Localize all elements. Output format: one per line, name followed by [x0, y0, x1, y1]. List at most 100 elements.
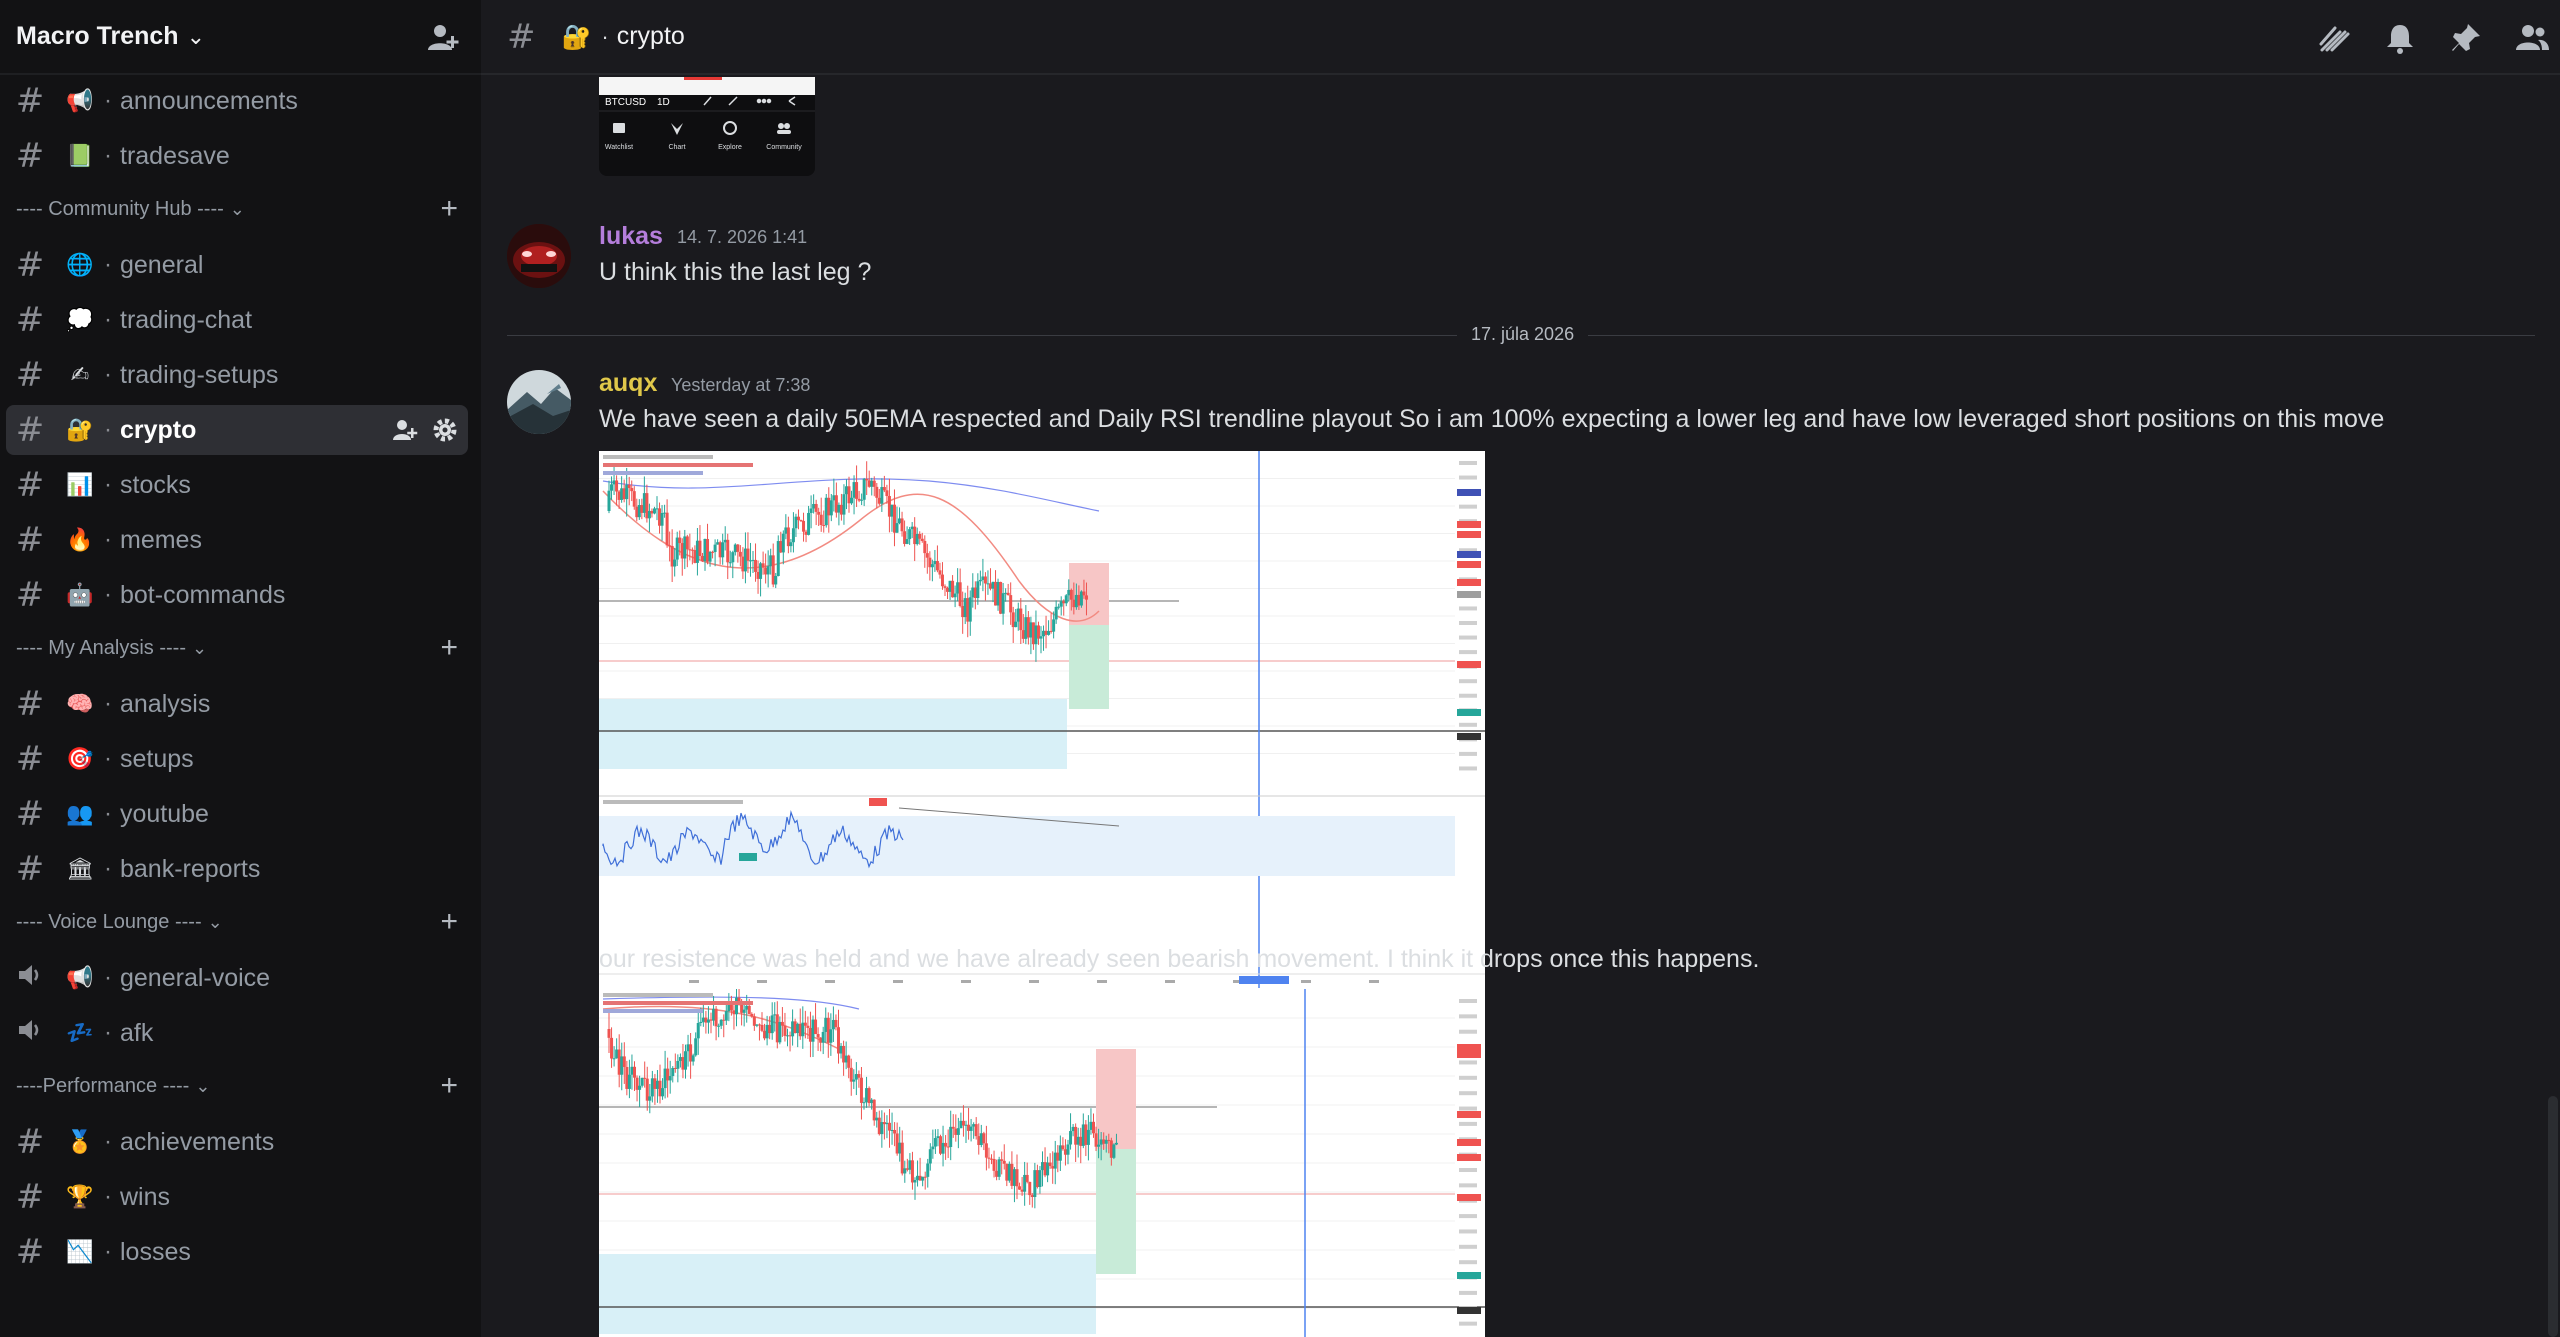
- previous-image-attachment[interactable]: BTCUSD 1D Watchlist Chart Explore Commun…: [599, 77, 815, 176]
- candle-body: [1001, 593, 1005, 614]
- chart-image-attachment[interactable]: [599, 989, 1485, 1337]
- candle-body: [791, 1021, 795, 1037]
- channel-afk[interactable]: 💤 · afk: [6, 1008, 468, 1058]
- invite-people-icon[interactable]: [427, 22, 461, 54]
- channel-trading-setups[interactable]: # ✍ · trading-setups: [6, 350, 468, 400]
- candle-body: [842, 494, 846, 515]
- channel-bank-reports[interactable]: # 🏛 · bank-reports: [6, 844, 468, 894]
- channel-losses[interactable]: # 📉 · losses: [6, 1227, 468, 1277]
- message-text: our resistence was held and we have alre…: [599, 945, 1760, 973]
- chevron-down-icon[interactable]: ⌄: [208, 912, 223, 933]
- axis-tick-label: [1459, 1075, 1477, 1080]
- channel-emoji-icon: 🌐: [66, 252, 94, 278]
- separator-dot: ·: [104, 87, 112, 114]
- scrollbar-thumb[interactable]: [2548, 1096, 2558, 1337]
- channel-crypto[interactable]: # 🔐 · crypto: [6, 405, 468, 455]
- candle-body: [941, 1142, 945, 1154]
- axis-tick-label: [1459, 1121, 1477, 1126]
- support-zone: [599, 699, 1067, 769]
- candle-body: [925, 553, 929, 558]
- date-tick: [1165, 980, 1175, 983]
- channel-emoji-icon: 🔥: [66, 527, 94, 553]
- candle-body: [673, 559, 677, 567]
- chart-image-attachment[interactable]: TradingView: [599, 451, 1485, 1002]
- channel-tradesave[interactable]: # 📗 · tradesave: [6, 131, 468, 181]
- create-channel-plus-icon[interactable]: +: [440, 905, 458, 939]
- threads-icon[interactable]: [2316, 20, 2352, 61]
- message-author[interactable]: auqx: [599, 369, 657, 398]
- candle-body: [826, 1017, 830, 1043]
- server-header[interactable]: Macro Trench ⌄: [0, 0, 481, 75]
- axis-tick-label: [1459, 650, 1477, 655]
- candle-body: [1002, 1160, 1006, 1164]
- price-tag: [1457, 1307, 1481, 1314]
- candle-body: [903, 1168, 907, 1174]
- category-header[interactable]: ----Performance ---- ⌄ +: [16, 1069, 466, 1103]
- avatar[interactable]: [507, 370, 571, 434]
- price-tag: [1457, 521, 1481, 528]
- candle-body: [1028, 1181, 1032, 1196]
- channel-achievements[interactable]: # 🏅 · achievements: [6, 1117, 468, 1167]
- candle-body: [685, 536, 689, 550]
- rsi-band: [599, 816, 1455, 876]
- chevron-down-icon[interactable]: ⌄: [187, 24, 205, 50]
- channel-setups[interactable]: # 🎯 · setups: [6, 734, 468, 784]
- invite-icon[interactable]: [392, 417, 418, 448]
- channel-name: analysis: [120, 689, 211, 718]
- channel-general-voice[interactable]: 📢 · general-voice: [6, 953, 468, 1003]
- channel-trading-chat[interactable]: # 💭 · trading-chat: [6, 295, 468, 345]
- candle-body: [722, 1019, 726, 1021]
- create-channel-plus-icon[interactable]: +: [440, 192, 458, 226]
- candle-body: [778, 1021, 782, 1043]
- candle-body: [607, 490, 611, 511]
- candle-body: [1054, 606, 1058, 620]
- axis-tick-label: [1459, 475, 1477, 480]
- date-tick: [961, 980, 971, 983]
- axis-tick-label: [1459, 679, 1477, 684]
- create-channel-plus-icon[interactable]: +: [440, 631, 458, 665]
- message-author[interactable]: lukas: [599, 222, 663, 251]
- create-channel-plus-icon[interactable]: +: [440, 1069, 458, 1103]
- channel-youtube[interactable]: # 👥 · youtube: [6, 789, 468, 839]
- candle-body: [1086, 1129, 1090, 1145]
- candle-body: [1000, 1159, 1004, 1161]
- candle-body: [1064, 595, 1068, 604]
- avatar[interactable]: [507, 224, 571, 288]
- channel-wins[interactable]: # 🏆 · wins: [6, 1172, 468, 1222]
- server-name[interactable]: Macro Trench: [16, 22, 179, 51]
- date-tick: [1097, 980, 1107, 983]
- channel-stocks[interactable]: # 📊 · stocks: [6, 460, 468, 510]
- chevron-down-icon[interactable]: ⌄: [192, 638, 207, 659]
- price-tag: [1457, 1139, 1481, 1146]
- channel-announcements[interactable]: # 📢 · announcements: [6, 76, 468, 126]
- category-header[interactable]: ---- Community Hub ---- ⌄ +: [16, 192, 466, 226]
- rsi-label-text: [603, 800, 743, 804]
- candle-body: [763, 1030, 767, 1039]
- category-header[interactable]: ---- Voice Lounge ---- ⌄ +: [16, 905, 466, 939]
- separator-dot: ·: [104, 416, 112, 443]
- axis-tick-label: [1459, 1091, 1477, 1096]
- gear-icon[interactable]: [432, 417, 458, 448]
- pinned-messages-icon[interactable]: [2448, 20, 2484, 61]
- channel-bot-commands[interactable]: # 🤖 · bot-commands: [6, 570, 468, 620]
- candle-body: [834, 1019, 838, 1028]
- channel-memes[interactable]: # 🔥 · memes: [6, 515, 468, 565]
- candle-body: [859, 1077, 863, 1103]
- candle-body: [806, 1025, 810, 1028]
- channel-general[interactable]: # 🌐 · general: [6, 240, 468, 290]
- axis-tick-label: [1459, 504, 1477, 509]
- candle-body: [877, 1117, 881, 1135]
- category-header[interactable]: ---- My Analysis ---- ⌄ +: [16, 631, 466, 665]
- price-tag: [1457, 661, 1481, 668]
- interval-label: 1D: [657, 97, 670, 108]
- candle-body: [958, 582, 962, 606]
- axis-tick-label: [1459, 1290, 1477, 1295]
- candle-body: [770, 1015, 774, 1034]
- notifications-bell-icon[interactable]: [2382, 20, 2418, 61]
- scrollbar[interactable]: [2544, 0, 2560, 1337]
- channel-analysis[interactable]: # 🧠 · analysis: [6, 679, 468, 729]
- chevron-down-icon[interactable]: ⌄: [230, 199, 245, 220]
- separator-dot: ·: [104, 142, 112, 169]
- candle-body: [949, 1126, 953, 1147]
- chevron-down-icon[interactable]: ⌄: [195, 1076, 210, 1097]
